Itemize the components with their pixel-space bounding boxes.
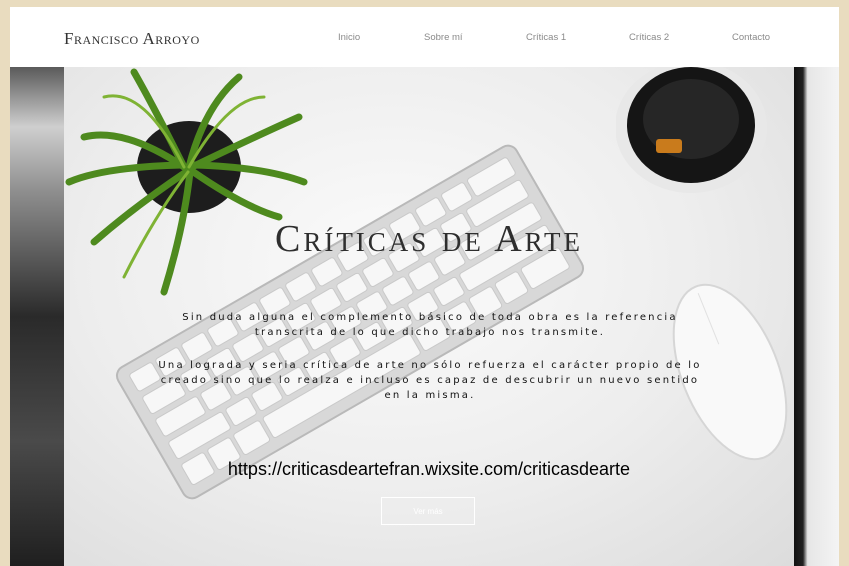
nav-item-sobre-mi[interactable]: Sobre mí	[424, 32, 463, 43]
main-nav: Inicio Sobre mí Críticas 1 Críticas 2 Co…	[10, 32, 839, 46]
hero-left-background	[10, 67, 64, 566]
hero-paragraph-1: Sin duda alguna el complemento básico de…	[182, 312, 678, 338]
hero-paragraph-2: Una lograda y seria crítica de arte no s…	[158, 360, 702, 401]
hero-right-background	[794, 67, 839, 566]
hero-url-text: https://criticasdeartefran.wixsite.com/c…	[227, 459, 631, 479]
ver-mas-button[interactable]: Ver más	[381, 497, 475, 525]
nav-item-criticas-1[interactable]: Críticas 1	[526, 32, 566, 43]
hero-title: Críticas de Arte	[274, 218, 584, 260]
coffee-cup-image	[616, 67, 767, 193]
nav-item-contacto[interactable]: Contacto	[732, 32, 770, 43]
nav-item-inicio[interactable]: Inicio	[338, 32, 360, 43]
site-header: Francisco Arroyo Inicio Sobre mí Crítica…	[10, 7, 839, 67]
plant-image	[65, 68, 308, 296]
hero-section: Críticas de Arte Sin duda alguna el comp…	[10, 67, 839, 566]
nav-item-criticas-2[interactable]: Críticas 2	[629, 32, 669, 43]
page-frame: Francisco Arroyo Inicio Sobre mí Crítica…	[10, 7, 839, 566]
